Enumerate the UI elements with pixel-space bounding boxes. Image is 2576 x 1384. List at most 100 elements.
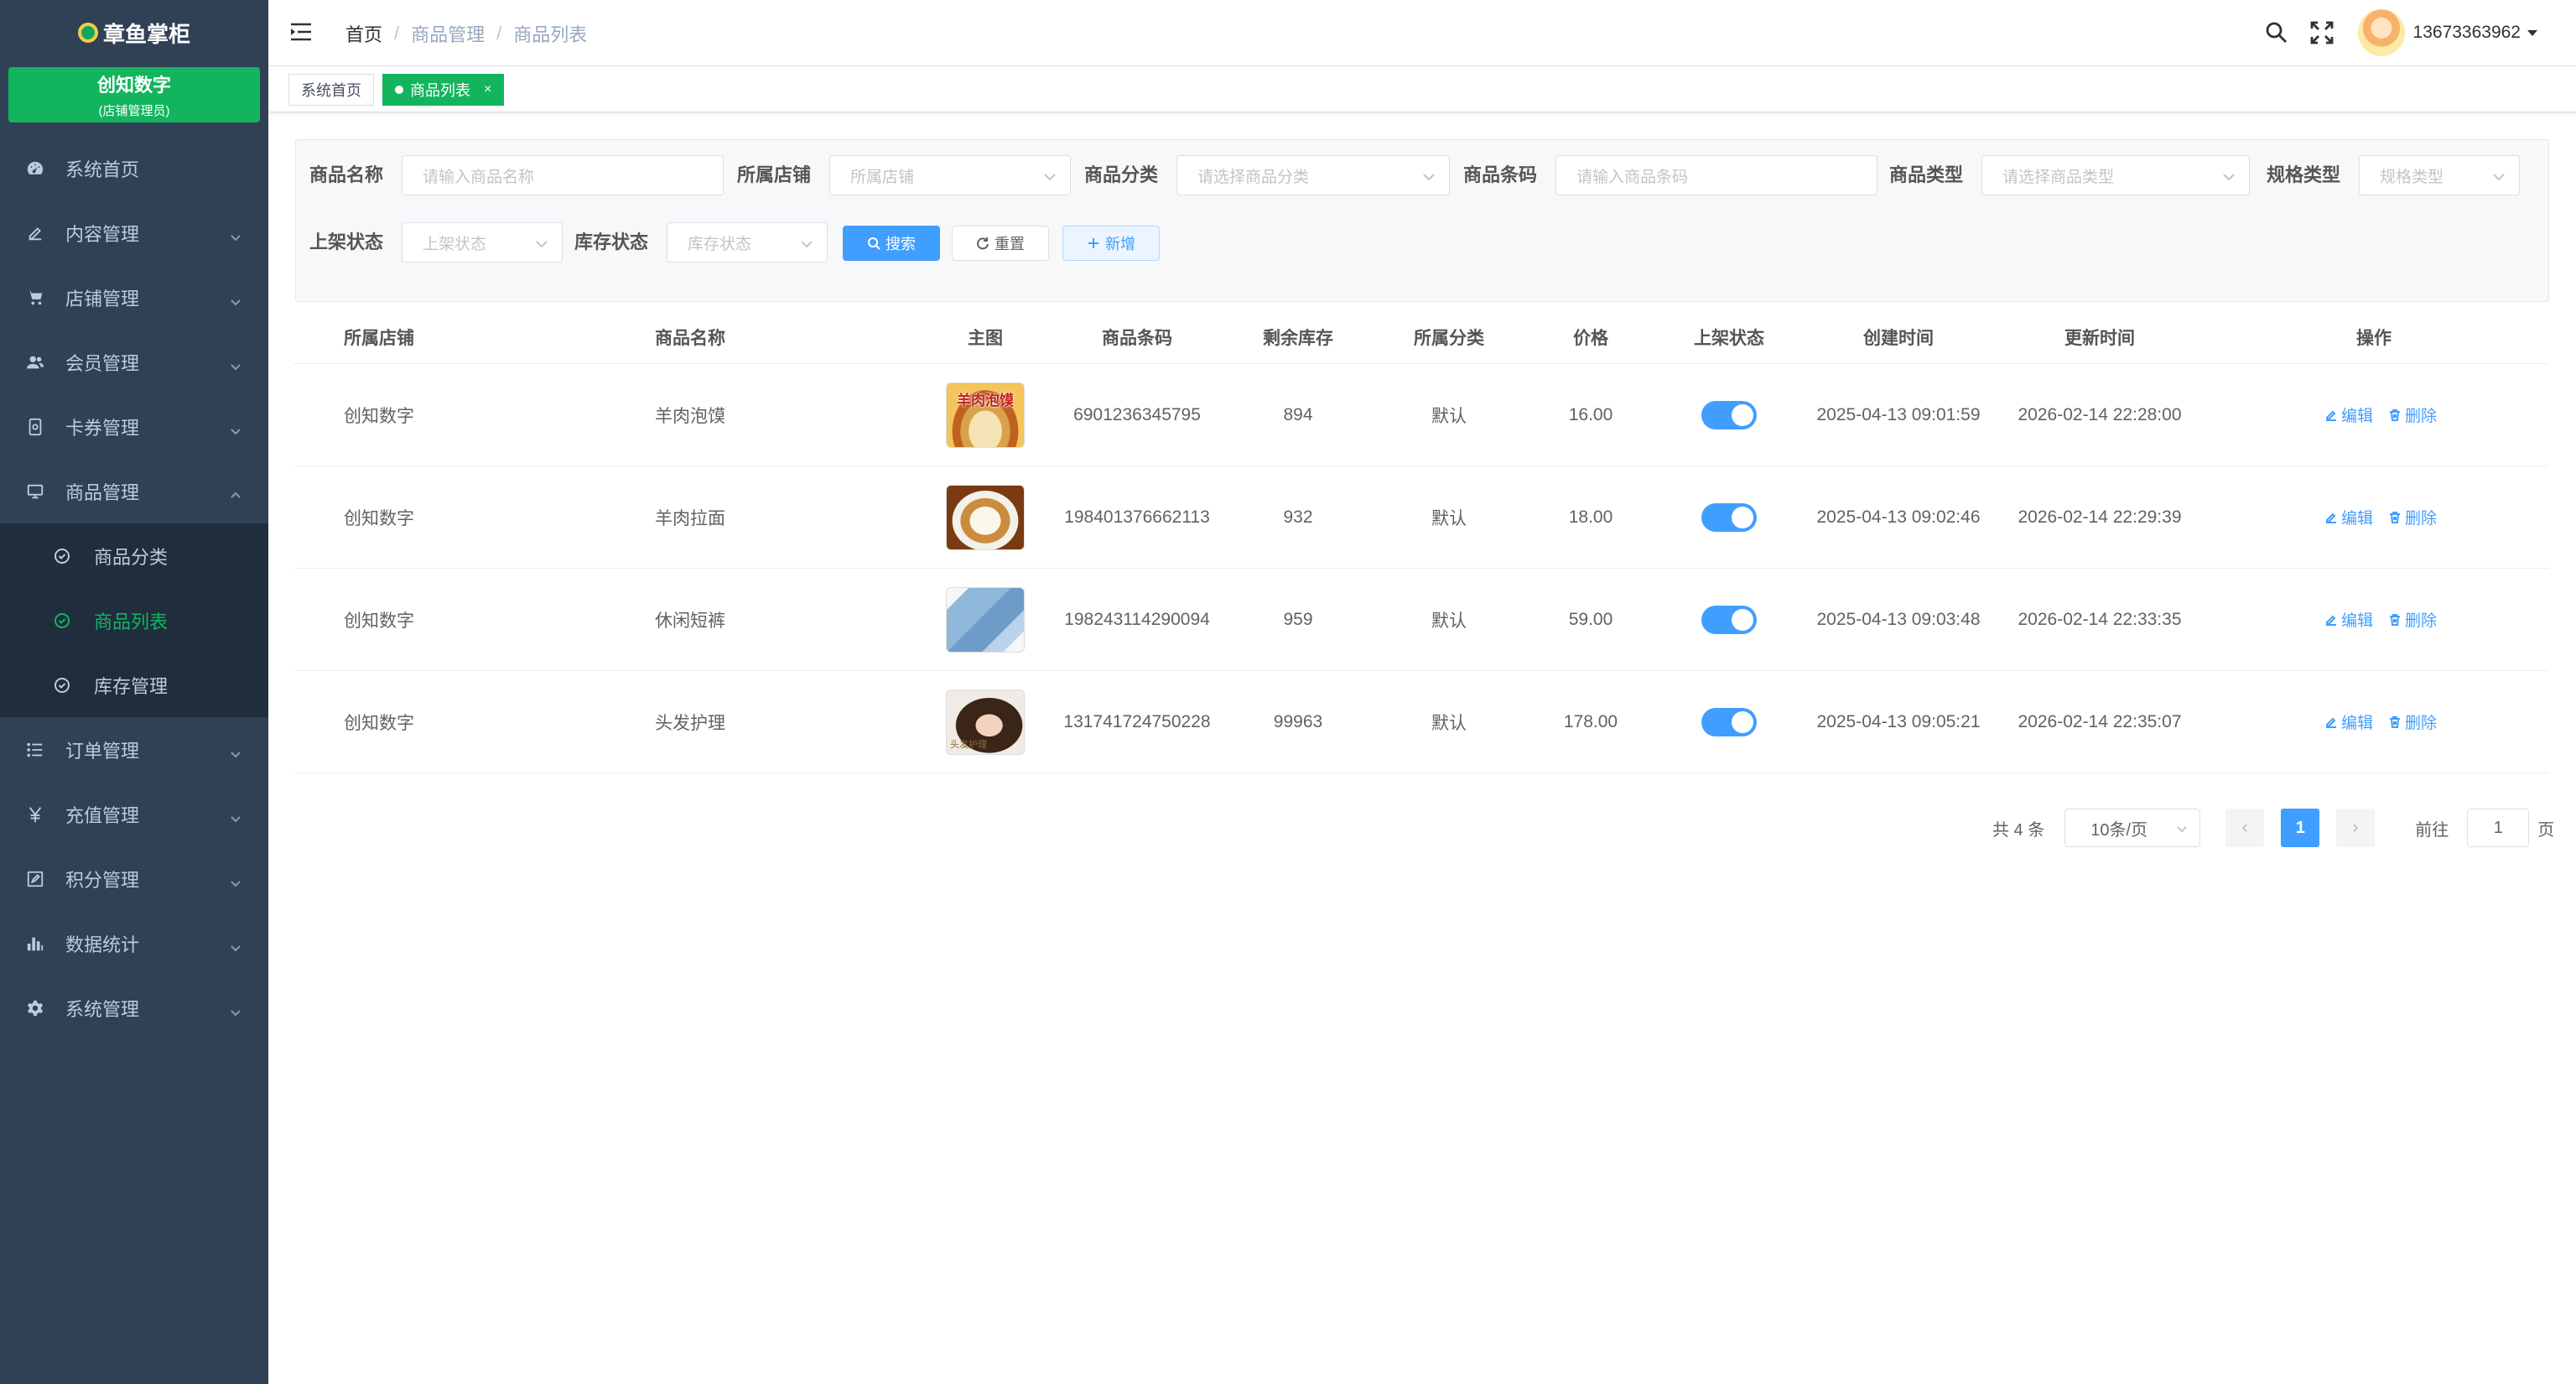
breadcrumb-home[interactable]: 首页 xyxy=(345,20,382,47)
cell-image: 头发护理 xyxy=(916,671,1055,773)
cell-shop: 创知数字 xyxy=(344,508,414,528)
filter-label-name: 商品名称 xyxy=(309,164,384,185)
shop-select[interactable]: 所属店铺 xyxy=(829,155,1071,195)
menu-toggle-icon[interactable] xyxy=(290,22,312,42)
filter-label-stock: 库存状态 xyxy=(574,232,649,252)
goto-suffix: 页 xyxy=(2537,820,2555,840)
cell-stock: 894 xyxy=(1283,404,1313,424)
sidebar-item-dashboard[interactable]: 系统首页 xyxy=(0,136,268,200)
edit-button[interactable]: 编辑 xyxy=(2324,403,2373,426)
prev-page-button[interactable] xyxy=(2225,809,2265,847)
active-dot-icon xyxy=(395,86,403,94)
sidebar-item-shop[interactable]: 店铺管理 xyxy=(0,265,268,330)
product-thumbnail[interactable] xyxy=(946,484,1025,550)
chevron-down-icon xyxy=(1422,169,1435,181)
delete-button[interactable]: 删除 xyxy=(2388,608,2437,631)
delete-button[interactable]: 删除 xyxy=(2388,710,2437,733)
cell-barcode: 6901236345795 xyxy=(1073,404,1201,424)
sidebar-item-label: 充值管理 xyxy=(65,804,140,826)
next-page-button[interactable] xyxy=(2336,809,2376,847)
shelf-status-toggle[interactable] xyxy=(1701,605,1757,634)
sidebar-item-products[interactable]: 商品管理 xyxy=(0,459,268,523)
barcode-input[interactable]: 请输入商品条码 xyxy=(1555,155,1877,195)
avatar[interactable] xyxy=(2357,9,2405,56)
products-submenu: 商品分类 商品列表 库存管理 xyxy=(0,523,268,717)
cell-stock: 959 xyxy=(1283,609,1313,629)
product-thumbnail[interactable]: 羊肉泡馍 xyxy=(946,382,1025,448)
chevron-down-icon xyxy=(230,226,242,242)
sidebar-item-coupons[interactable]: 卡券管理 xyxy=(0,394,268,459)
cell-category: 默认 xyxy=(1431,713,1467,733)
cell-shop: 创知数字 xyxy=(344,713,414,733)
app-logo[interactable]: 章鱼掌柜 xyxy=(0,0,268,65)
edit-icon xyxy=(2326,615,2336,626)
breadcrumb-separator: / xyxy=(394,23,400,44)
page-number-current[interactable]: 1 xyxy=(2281,809,2320,847)
add-button[interactable]: 新增 xyxy=(1062,226,1160,261)
product-thumbnail[interactable] xyxy=(946,586,1025,653)
shelf-status-toggle[interactable] xyxy=(1701,502,1757,532)
product-thumbnail[interactable]: 头发护理 xyxy=(946,689,1025,755)
edit-button[interactable]: 编辑 xyxy=(2324,710,2373,733)
cart-icon xyxy=(25,288,45,308)
cell-shelf-status xyxy=(1660,671,1798,773)
trash-icon xyxy=(2390,408,2401,421)
cell-image xyxy=(916,569,1055,670)
sidebar-item-system[interactable]: 系统管理 xyxy=(0,976,268,1040)
refresh-icon xyxy=(977,237,989,250)
tag-product-list[interactable]: 商品列表 × xyxy=(382,74,505,106)
shelf-status-toggle[interactable] xyxy=(1701,400,1757,429)
delete-button[interactable]: 删除 xyxy=(2388,506,2437,528)
cell-shop: 创知数字 xyxy=(344,611,414,631)
cell-created: 2025-04-13 09:01:59 xyxy=(1816,404,1981,424)
product-name-input[interactable]: 请输入商品名称 xyxy=(402,155,724,195)
delete-button[interactable]: 删除 xyxy=(2388,403,2437,426)
circle-check-icon xyxy=(54,548,70,565)
breadcrumb-separator: / xyxy=(496,23,502,44)
sidebar-item-statistics[interactable]: 数据统计 xyxy=(0,911,268,976)
reset-button[interactable]: 重置 xyxy=(952,226,1049,261)
store-card[interactable]: 创知数字 (店铺管理员) xyxy=(8,67,260,122)
filter-label-shop: 所属店铺 xyxy=(737,164,812,185)
edit-icon xyxy=(2326,512,2336,523)
table-header: 所属店铺 商品名称 主图 商品条码 剩余库存 所属分类 价格 上架状态 创建时间… xyxy=(293,310,2549,364)
caret-down-icon[interactable] xyxy=(2527,29,2537,36)
edit-button[interactable]: 编辑 xyxy=(2324,608,2373,631)
category-select[interactable]: 请选择商品分类 xyxy=(1176,155,1450,195)
sidebar-item-orders[interactable]: 订单管理 xyxy=(0,717,268,782)
fullscreen-icon[interactable] xyxy=(2309,20,2334,45)
sidebar-item-product-category[interactable]: 商品分类 xyxy=(0,523,268,588)
sidebar-item-inventory[interactable]: 库存管理 xyxy=(0,653,268,717)
shelf-status-select[interactable]: 上架状态 xyxy=(402,222,563,263)
cell-created: 2025-04-13 09:03:48 xyxy=(1816,609,1981,629)
close-icon[interactable]: × xyxy=(484,82,491,97)
circle-check-icon xyxy=(54,677,70,694)
sidebar-item-recharge[interactable]: 充值管理 xyxy=(0,782,268,846)
tag-home[interactable]: 系统首页 xyxy=(288,74,374,106)
bar-chart-icon xyxy=(25,934,45,954)
edit-button[interactable]: 编辑 xyxy=(2324,506,2373,528)
cell-updated: 2026-02-14 22:33:35 xyxy=(2018,609,2182,629)
shelf-status-toggle[interactable] xyxy=(1701,707,1757,736)
sidebar-item-label: 商品分类 xyxy=(94,546,169,568)
page-size-select[interactable]: 10条/页 xyxy=(2064,809,2201,847)
username[interactable]: 13673363962 xyxy=(2413,23,2521,43)
sidebar-item-points[interactable]: 积分管理 xyxy=(0,846,268,911)
stock-status-select[interactable]: 库存状态 xyxy=(667,222,828,263)
spec-select[interactable]: 规格类型 xyxy=(2359,155,2520,195)
search-button[interactable]: 搜索 xyxy=(843,226,940,261)
type-select[interactable]: 请选择商品类型 xyxy=(1981,155,2250,195)
sidebar-item-members[interactable]: 会员管理 xyxy=(0,330,268,394)
cell-image: 羊肉泡馍 xyxy=(916,364,1055,466)
sidebar-item-content[interactable]: 内容管理 xyxy=(0,200,268,265)
sidebar: 章鱼掌柜 创知数字 (店铺管理员) 系统首页 内容管理 店铺管理 会员管理 卡券… xyxy=(0,0,268,1384)
store-role: (店铺管理员) xyxy=(98,104,170,118)
cell-updated: 2026-02-14 22:35:07 xyxy=(2018,711,2182,731)
cell-price: 16.00 xyxy=(1568,404,1613,424)
sidebar-menu: 系统首页 内容管理 店铺管理 会员管理 卡券管理 商品管理 商品分类 商品列表 … xyxy=(0,136,268,1040)
sidebar-item-label: 库存管理 xyxy=(94,675,169,697)
column-header: 商品条码 xyxy=(1102,328,1172,348)
search-icon[interactable] xyxy=(2264,20,2289,45)
goto-page-input[interactable]: 1 xyxy=(2467,809,2530,847)
sidebar-item-product-list[interactable]: 商品列表 xyxy=(0,588,268,653)
